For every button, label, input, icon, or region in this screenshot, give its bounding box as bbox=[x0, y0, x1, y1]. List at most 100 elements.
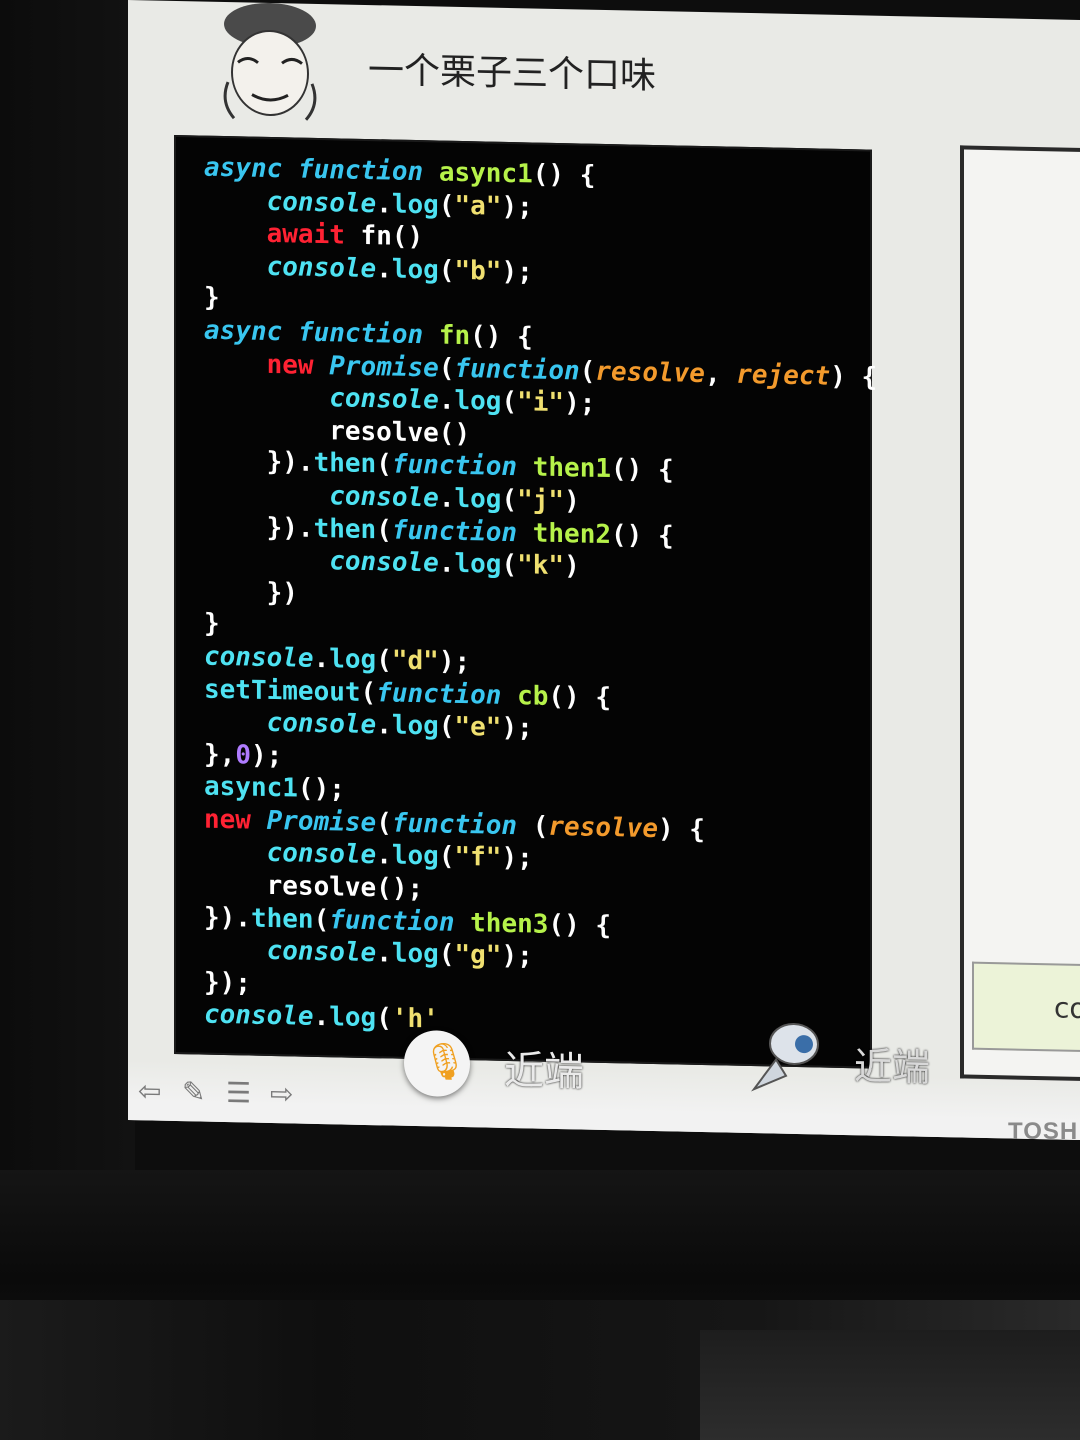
code-token: ( bbox=[376, 514, 392, 546]
code-token: "a" bbox=[454, 190, 502, 222]
code-token: log bbox=[391, 189, 439, 221]
code-token: ) { bbox=[657, 813, 705, 845]
avatar-meme-icon bbox=[223, 2, 317, 121]
back-arrow-icon[interactable]: ⇦ bbox=[138, 1074, 170, 1107]
code-token: Promise bbox=[266, 805, 377, 839]
right-video-panel: co bbox=[960, 145, 1080, 1082]
code-token: "e" bbox=[454, 711, 502, 743]
code-line: async function async1() { bbox=[204, 153, 595, 191]
code-token: Promise bbox=[329, 350, 439, 384]
mic-mute-button[interactable]: 🎙 bbox=[404, 1029, 470, 1098]
code-token: ); bbox=[501, 843, 533, 874]
code-token: ( bbox=[501, 549, 518, 581]
code-token: then2 bbox=[532, 518, 612, 550]
code-token: . bbox=[376, 710, 392, 741]
code-token: "g" bbox=[454, 940, 502, 972]
code-token: () { bbox=[532, 159, 596, 191]
code-line: console.log("k") bbox=[204, 544, 579, 581]
code-token: console bbox=[329, 481, 439, 514]
code-token: then bbox=[313, 513, 377, 545]
code-token: resolve bbox=[548, 811, 658, 844]
presentation-screen: 一个栗子三个口味 async function async1() { conso… bbox=[128, 0, 1080, 1140]
code-line: console.log("b"); bbox=[204, 250, 533, 288]
code-line: setTimeout(function cb() { bbox=[204, 674, 611, 713]
code-token: new bbox=[266, 349, 314, 381]
code-token: log bbox=[454, 548, 502, 580]
code-token: . bbox=[313, 643, 330, 675]
slide-toolbar: ⇦ ✎ ☰ ⇨ bbox=[138, 1068, 318, 1118]
code-token: ( bbox=[438, 711, 455, 742]
code-token: ( bbox=[438, 841, 455, 873]
code-token: ); bbox=[438, 646, 471, 678]
slide-title: 一个栗子三个口味 bbox=[368, 50, 657, 98]
code-token: ); bbox=[501, 256, 533, 288]
code-token: console bbox=[204, 641, 314, 674]
code-token: ( bbox=[517, 811, 549, 842]
code-token: ( bbox=[438, 255, 455, 286]
code-token: "b" bbox=[454, 255, 502, 287]
forward-arrow-icon[interactable]: ⇨ bbox=[270, 1077, 302, 1110]
code-token: log bbox=[329, 1002, 377, 1034]
code-token: resolve bbox=[595, 356, 705, 389]
code-token: () { bbox=[611, 519, 674, 551]
code-token: then1 bbox=[532, 452, 612, 485]
code-token: . bbox=[438, 385, 455, 416]
code-token: console bbox=[204, 1000, 314, 1033]
code-token: . bbox=[438, 548, 455, 579]
monitor-left-bezel bbox=[0, 0, 135, 1170]
camera-icon[interactable] bbox=[746, 1015, 836, 1097]
code-token: then bbox=[313, 448, 377, 480]
code-token: () { bbox=[548, 681, 612, 713]
pen-icon[interactable]: ✎ bbox=[182, 1075, 214, 1108]
code-token: ( bbox=[376, 449, 392, 480]
code-token: 0 bbox=[235, 739, 251, 771]
code-token: console bbox=[266, 707, 377, 741]
list-icon[interactable]: ☰ bbox=[226, 1076, 258, 1110]
code-token: then bbox=[250, 903, 314, 935]
code-token: async bbox=[204, 315, 283, 348]
code-line: console.log("j") bbox=[204, 479, 580, 517]
code-token: resolve() bbox=[204, 413, 471, 449]
code-token: . bbox=[376, 840, 392, 871]
code-block: async function async1() { console.log("a… bbox=[174, 134, 877, 1069]
code-token: . bbox=[376, 253, 392, 285]
code-token: console bbox=[266, 251, 377, 284]
code-token: function bbox=[391, 808, 518, 842]
code-token: "i" bbox=[517, 387, 565, 419]
code-token: . bbox=[438, 483, 455, 514]
code-token: () { bbox=[548, 909, 612, 941]
code-token: ( bbox=[438, 190, 455, 221]
code-token: function bbox=[376, 677, 502, 711]
code-token: ( bbox=[501, 484, 518, 516]
code-token: log bbox=[329, 644, 377, 676]
mic-muted-icon: 🎙 bbox=[422, 1041, 468, 1084]
code-token: ); bbox=[501, 712, 533, 744]
code-token: } bbox=[204, 608, 220, 640]
code-token: }, bbox=[204, 739, 236, 770]
code-line: console.log("g"); bbox=[204, 935, 533, 972]
code-token: function bbox=[391, 515, 518, 548]
code-token: reject bbox=[736, 359, 831, 392]
code-token: }) bbox=[204, 576, 298, 609]
code-token: ); bbox=[564, 388, 596, 419]
code-token: fn bbox=[438, 320, 471, 352]
code-token: () { bbox=[611, 454, 674, 486]
code-token: function bbox=[329, 904, 455, 938]
code-token: (); bbox=[297, 773, 345, 805]
code-token: () { bbox=[470, 321, 533, 353]
code-listing: async function async1() { console.log("a… bbox=[204, 152, 877, 1046]
code-token: ) bbox=[564, 486, 580, 517]
right-panel-card[interactable]: co bbox=[972, 961, 1080, 1053]
code-token: cb bbox=[517, 680, 549, 712]
